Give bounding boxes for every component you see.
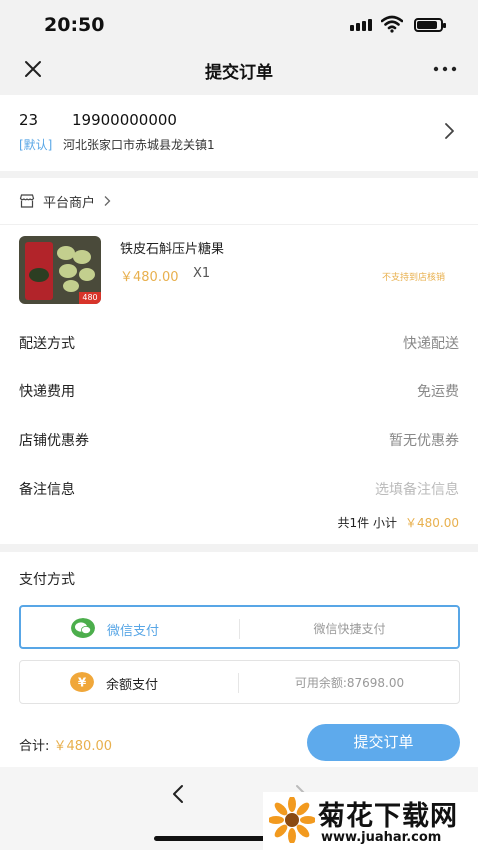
battery-icon (414, 18, 446, 32)
flower-logo-icon (269, 797, 315, 843)
shipping-fee-value: 免运费 (417, 384, 459, 400)
chevron-right-icon (104, 196, 111, 206)
divider (0, 224, 478, 225)
yen-icon: ¥ (70, 672, 94, 692)
price-sticker: 480 (79, 292, 101, 304)
status-bar: 20:50 (0, 0, 478, 46)
nav-bar: 提交订单 (0, 46, 478, 92)
remark-label: 备注信息 (19, 482, 75, 498)
balance-pay-option[interactable]: ¥ 余额支付 可用余额:87698.00 (19, 660, 460, 704)
submit-order-button[interactable]: 提交订单 (307, 724, 460, 761)
subtotal-label: 共1件 小计 (337, 516, 397, 530)
divider (239, 619, 240, 639)
merchant-link[interactable]: 平台商户 (19, 190, 111, 212)
delivery-method-label: 配送方式 (19, 336, 75, 352)
total-amount: ￥480.00 (53, 739, 113, 754)
wechat-pay-option[interactable]: 微信支付 微信快捷支付 (19, 605, 460, 649)
default-address-badge: [默认] (19, 138, 53, 152)
merchant-name: 平台商户 (43, 195, 96, 211)
address-card[interactable]: 23 19900000000 [默认] 河北张家口市赤城县龙关镇1 (0, 95, 478, 171)
remark-input[interactable]: 选填备注信息 (375, 479, 459, 499)
svg-text:¥: ¥ (78, 676, 87, 690)
order-total: 合计: ￥480.00 (19, 735, 112, 754)
status-time: 20:50 (44, 14, 105, 36)
subtotal-amount: ￥480.00 (405, 516, 459, 530)
signal-icon (350, 19, 372, 31)
wechat-pay-sub: 微信快捷支付 (313, 622, 386, 636)
order-subtotal: 共1件 小计 ￥480.00 (338, 514, 459, 531)
product-quantity: X1 (193, 266, 211, 281)
total-label: 合计: (19, 739, 54, 754)
watermark: 菊花下载网 www.juahar.com (263, 792, 478, 850)
product-image[interactable]: 480 (19, 236, 101, 304)
order-card: 平台商户 480 铁皮石斛压片糖果 ￥480.00 X1 不支持到店核销 配送方… (0, 178, 478, 544)
balance-available: 可用余额:87698.00 (294, 676, 405, 690)
divider (238, 673, 239, 693)
payment-card: 支付方式 微信支付 微信快捷支付 ¥ 余额支付 可用余额:87698.00 合计… (0, 552, 478, 767)
wechat-pay-label: 微信支付 (107, 624, 160, 639)
product-price: ￥480.00 (120, 270, 179, 285)
wechat-icon (71, 618, 95, 638)
payment-title: 支付方式 (19, 572, 75, 588)
watermark-title: 菊花下载网 (318, 801, 458, 832)
back-arrow-icon[interactable] (170, 783, 186, 805)
watermark-url: www.juahar.com (321, 830, 442, 845)
product-name: 铁皮石斛压片糖果 (120, 242, 225, 257)
coupon-label: 店铺优惠券 (19, 433, 89, 449)
balance-pay-label: 余额支付 (106, 678, 159, 693)
shipping-fee-label: 快递费用 (19, 384, 75, 400)
address-text: 河北张家口市赤城县龙关镇1 (63, 138, 215, 152)
no-store-verify-note: 不支持到店核销 (382, 273, 446, 283)
coupon-value[interactable]: 暂无优惠券 (389, 430, 459, 450)
more-icon[interactable] (432, 58, 458, 80)
delivery-method-value[interactable]: 快递配送 (403, 333, 459, 353)
store-icon (19, 194, 35, 208)
wifi-icon (381, 15, 403, 33)
page-title: 提交订单 (205, 63, 273, 83)
recipient-name: 23 (19, 111, 39, 129)
recipient-phone: 19900000000 (72, 111, 177, 129)
chevron-right-icon[interactable] (442, 122, 456, 140)
